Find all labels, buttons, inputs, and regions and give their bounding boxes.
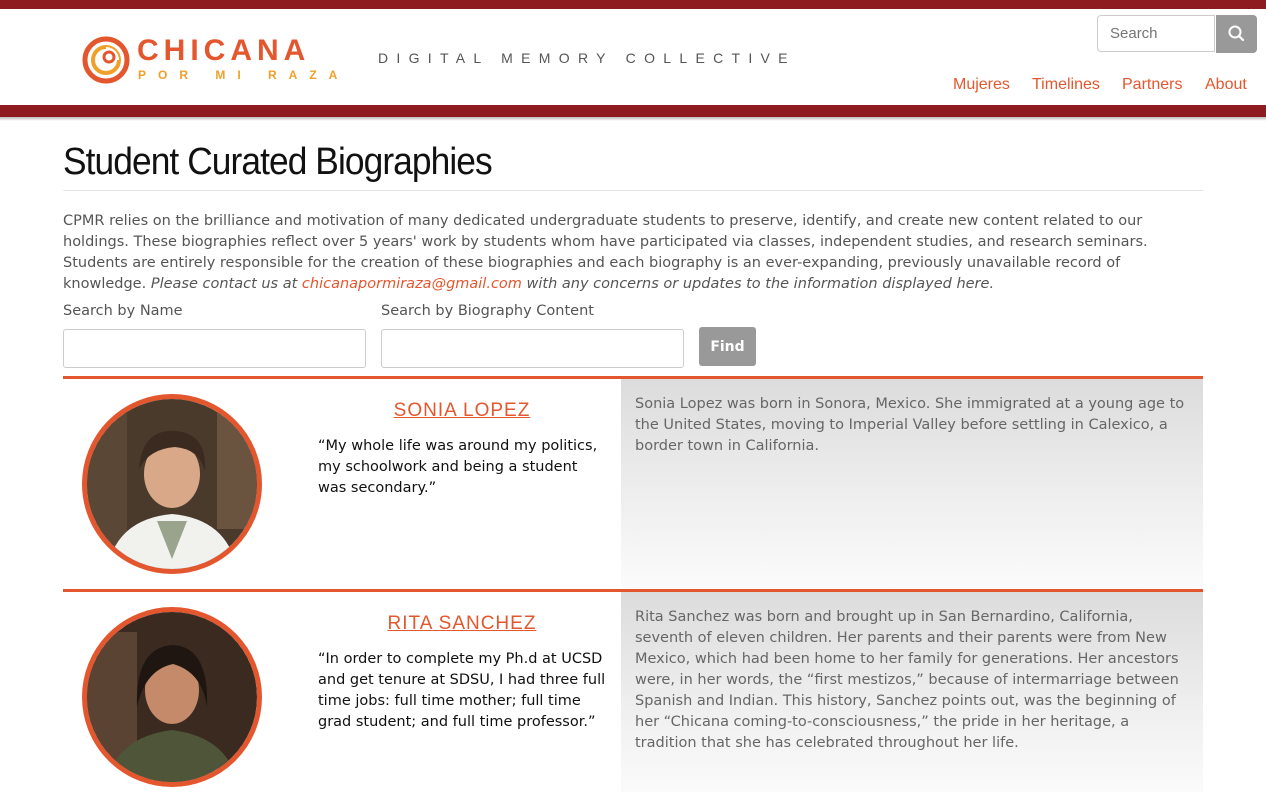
portrait-sonia-lopez — [82, 394, 262, 574]
biography-summary: Rita Sanchez was born and brought up in … — [621, 592, 1203, 792]
search-icon — [1228, 25, 1245, 42]
name-filter-input[interactable] — [63, 329, 366, 368]
site-search-button[interactable] — [1216, 15, 1257, 53]
header-shadow — [0, 117, 1266, 121]
biography-card: RITA SANCHEZ “In order to complete my Ph… — [63, 589, 1203, 792]
page-title: Student Curated Biographies — [63, 141, 493, 183]
portrait-rita-sanchez — [82, 607, 262, 787]
nav-about[interactable]: About — [1205, 76, 1247, 94]
site-logo[interactable]: CHICANA POR MI RAZA — [82, 34, 337, 86]
header-bottom-bar — [0, 105, 1266, 117]
biography-summary: Sonia Lopez was born in Sonora, Mexico. … — [621, 379, 1203, 589]
logo-subtitle: POR MI RAZA — [138, 68, 350, 82]
site-search-input[interactable] — [1097, 15, 1215, 52]
biography-name-link[interactable]: RITA SANCHEZ — [318, 613, 606, 635]
intro-contact-after: with any concerns or updates to the info… — [526, 276, 995, 292]
biography-name-link[interactable]: SONIA LOPEZ — [318, 400, 606, 422]
site-tagline: DIGITAL MEMORY COLLECTIVE — [378, 50, 796, 66]
content-filter-label: Search by Biography Content — [381, 303, 594, 319]
intro-paragraph: CPMR relies on the brilliance and motiva… — [63, 211, 1203, 295]
contact-email-link[interactable]: chicanapormiraza@gmail.com — [302, 276, 522, 292]
portrait-image — [87, 399, 257, 569]
portrait-image — [87, 612, 257, 782]
find-button[interactable]: Find — [699, 327, 756, 366]
name-filter-label: Search by Name — [63, 303, 183, 319]
logo-title: CHICANA — [137, 34, 311, 67]
nav-partners[interactable]: Partners — [1122, 76, 1182, 94]
biography-quote: “My whole life was around my politics, m… — [318, 438, 598, 496]
top-accent-bar — [0, 0, 1266, 9]
nav-timelines[interactable]: Timelines — [1032, 76, 1100, 94]
intro-contact-before: Please contact us at — [150, 276, 298, 292]
nav-mujeres[interactable]: Mujeres — [953, 76, 1010, 94]
content-filter-input[interactable] — [381, 329, 684, 368]
biography-card: SONIA LOPEZ “My whole life was around my… — [63, 376, 1203, 589]
biography-quote: “In order to complete my Ph.d at UCSD an… — [318, 651, 606, 730]
logo-emblem-icon — [82, 36, 130, 84]
title-divider — [63, 190, 1203, 191]
